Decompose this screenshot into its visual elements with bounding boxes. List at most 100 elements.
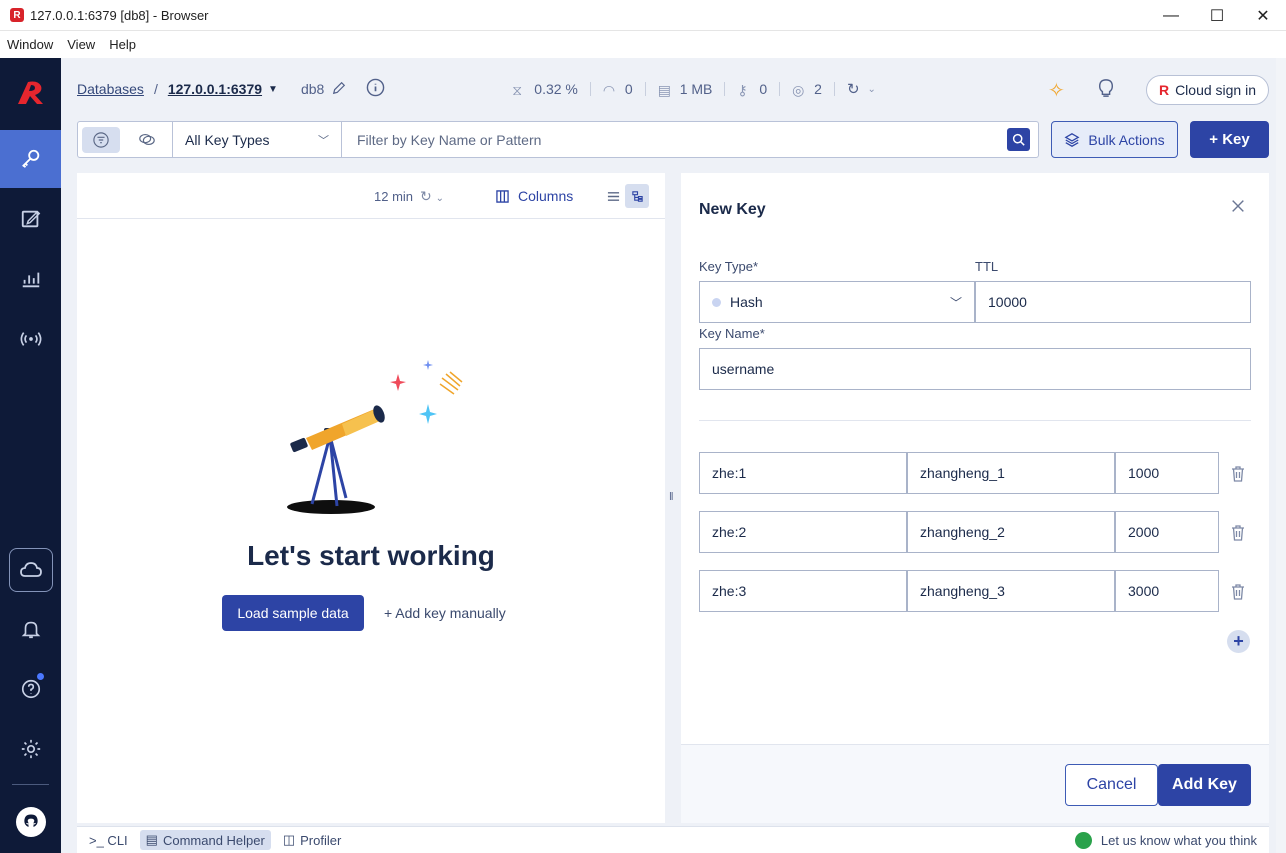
key-type-value: All Key Types: [185, 131, 270, 148]
breadcrumb-host[interactable]: 127.0.0.1:6379: [168, 81, 262, 97]
menu-view[interactable]: View: [60, 37, 102, 52]
chevron-down-icon: ﹀: [318, 134, 329, 147]
bulk-actions-label: Bulk Actions: [1088, 131, 1165, 148]
nav-divider: [12, 784, 49, 785]
close-window-button[interactable]: ✕: [1240, 0, 1286, 31]
filter-mode-button[interactable]: [78, 122, 124, 157]
refresh-icon[interactable]: ↻: [847, 80, 860, 98]
add-key-button[interactable]: + Key: [1190, 121, 1269, 158]
memory-icon: ▤: [657, 82, 671, 98]
window-title: 127.0.0.1:6379 [db8] - Browser: [30, 7, 209, 23]
feedback-link[interactable]: Let us know what you think: [1074, 832, 1257, 849]
form-divider: [699, 420, 1251, 421]
chevron-down-icon[interactable]: ▼: [268, 84, 278, 95]
nav-notifications[interactable]: [0, 600, 61, 658]
add-key-manually-link[interactable]: + Add key manually: [384, 605, 506, 621]
field-input[interactable]: [712, 583, 894, 599]
panel-resize-handle[interactable]: ‖: [669, 491, 675, 505]
hash-type-dot: [712, 297, 721, 307]
cancel-button[interactable]: Cancel: [1065, 764, 1158, 806]
field-ttl-input[interactable]: [1128, 583, 1206, 599]
key-type-select[interactable]: All Key Types ﹀: [172, 122, 342, 157]
lightbulb-icon[interactable]: [1097, 77, 1115, 102]
columns-icon: [496, 189, 509, 203]
maximize-button[interactable]: ☐: [1194, 0, 1240, 31]
nav-help[interactable]: [0, 660, 61, 718]
nav-analysis[interactable]: [0, 250, 61, 308]
hash-field-value-3[interactable]: [907, 570, 1115, 612]
field-input[interactable]: [712, 465, 894, 481]
minimize-button[interactable]: —: [1148, 0, 1194, 31]
github-icon[interactable]: [16, 807, 46, 837]
key-name-field[interactable]: [699, 348, 1251, 390]
pencil-icon[interactable]: [332, 81, 346, 98]
feedback-label: Let us know what you think: [1100, 833, 1257, 848]
page-header: Databases / 127.0.0.1:6379 ▼ db8 ⧖ 0.32 %…: [61, 58, 1286, 120]
value-input[interactable]: [920, 465, 1102, 481]
field-ttl-input[interactable]: [1128, 465, 1206, 481]
new-key-footer: Cancel Add Key: [681, 744, 1269, 823]
hash-field-name-2[interactable]: [699, 511, 907, 553]
search-icon: [1012, 133, 1025, 146]
hash-field-ttl-2[interactable]: [1115, 511, 1219, 553]
add-field-button[interactable]: +: [1227, 630, 1250, 653]
field-ttl-input[interactable]: [1128, 524, 1206, 540]
key-name-label: Key Name*: [699, 326, 765, 341]
stat-cpu-value: 0.32 %: [534, 81, 578, 97]
sparkle-icon[interactable]: ✧: [1048, 78, 1065, 103]
menu-help[interactable]: Help: [102, 37, 143, 52]
nav-workbench[interactable]: [0, 190, 61, 248]
columns-button[interactable]: Columns: [496, 188, 573, 204]
ttl-field[interactable]: [975, 281, 1251, 323]
window-scrollbar[interactable]: [1276, 58, 1286, 853]
hash-field-ttl-1[interactable]: [1115, 452, 1219, 494]
value-input[interactable]: [920, 524, 1102, 540]
key-name-input[interactable]: [712, 361, 1238, 377]
document-icon: ▤: [145, 832, 158, 847]
edit-icon: [21, 210, 40, 228]
nav-pubsub[interactable]: [0, 310, 61, 368]
key-type-dropdown[interactable]: Hash ﹀: [699, 281, 975, 323]
filter-input[interactable]: [342, 122, 1007, 157]
command-helper-tab[interactable]: ▤ Command Helper: [139, 830, 271, 850]
nav-settings[interactable]: [0, 720, 61, 778]
submit-add-key-button[interactable]: Add Key: [1158, 764, 1251, 806]
tree-view-icon[interactable]: [625, 184, 649, 208]
feedback-icon: [1074, 832, 1092, 849]
chevron-down-icon[interactable]: ⌄: [868, 84, 876, 95]
cli-tab[interactable]: >_ CLI: [83, 830, 134, 850]
new-key-panel: New Key Key Type* TTL Hash ﹀ Key Name* +…: [681, 173, 1269, 823]
cloud-button[interactable]: [9, 548, 53, 592]
hash-field-name-3[interactable]: [699, 570, 907, 612]
vector-search-button[interactable]: [124, 122, 170, 157]
hash-field-name-1[interactable]: [699, 452, 907, 494]
cloud-sign-in-button[interactable]: R Cloud sign in: [1145, 75, 1269, 105]
hash-field-value-2[interactable]: [907, 511, 1115, 553]
trash-icon[interactable]: [1230, 524, 1246, 542]
breadcrumb-databases[interactable]: Databases: [77, 81, 144, 97]
key-small-icon: ⚷: [737, 82, 748, 98]
trash-icon[interactable]: [1230, 583, 1246, 601]
field-input[interactable]: [712, 524, 894, 540]
refresh-icon[interactable]: ↻ ⌄: [420, 188, 444, 205]
menu-window[interactable]: Window: [0, 37, 60, 52]
value-input[interactable]: [920, 583, 1102, 599]
ttl-input[interactable]: [988, 294, 1238, 310]
redis-logo[interactable]: [14, 76, 48, 110]
empty-state-title: Let's start working: [247, 540, 495, 571]
hash-field-value-1[interactable]: [907, 452, 1115, 494]
close-icon[interactable]: [1230, 198, 1248, 216]
bell-icon: [21, 621, 40, 639]
bulk-actions-button[interactable]: Bulk Actions: [1051, 121, 1178, 158]
new-key-title: New Key: [699, 201, 766, 218]
notification-dot: [37, 673, 44, 680]
search-button[interactable]: [1007, 128, 1030, 151]
info-icon[interactable]: [366, 78, 385, 100]
nav-browser[interactable]: [0, 130, 61, 188]
load-sample-data-button[interactable]: Load sample data: [222, 595, 364, 631]
key-icon: [21, 149, 39, 168]
trash-icon[interactable]: [1230, 465, 1246, 483]
list-view-icon[interactable]: [601, 184, 625, 208]
hash-field-ttl-3[interactable]: [1115, 570, 1219, 612]
profiler-tab[interactable]: ◫ Profiler: [277, 830, 347, 850]
